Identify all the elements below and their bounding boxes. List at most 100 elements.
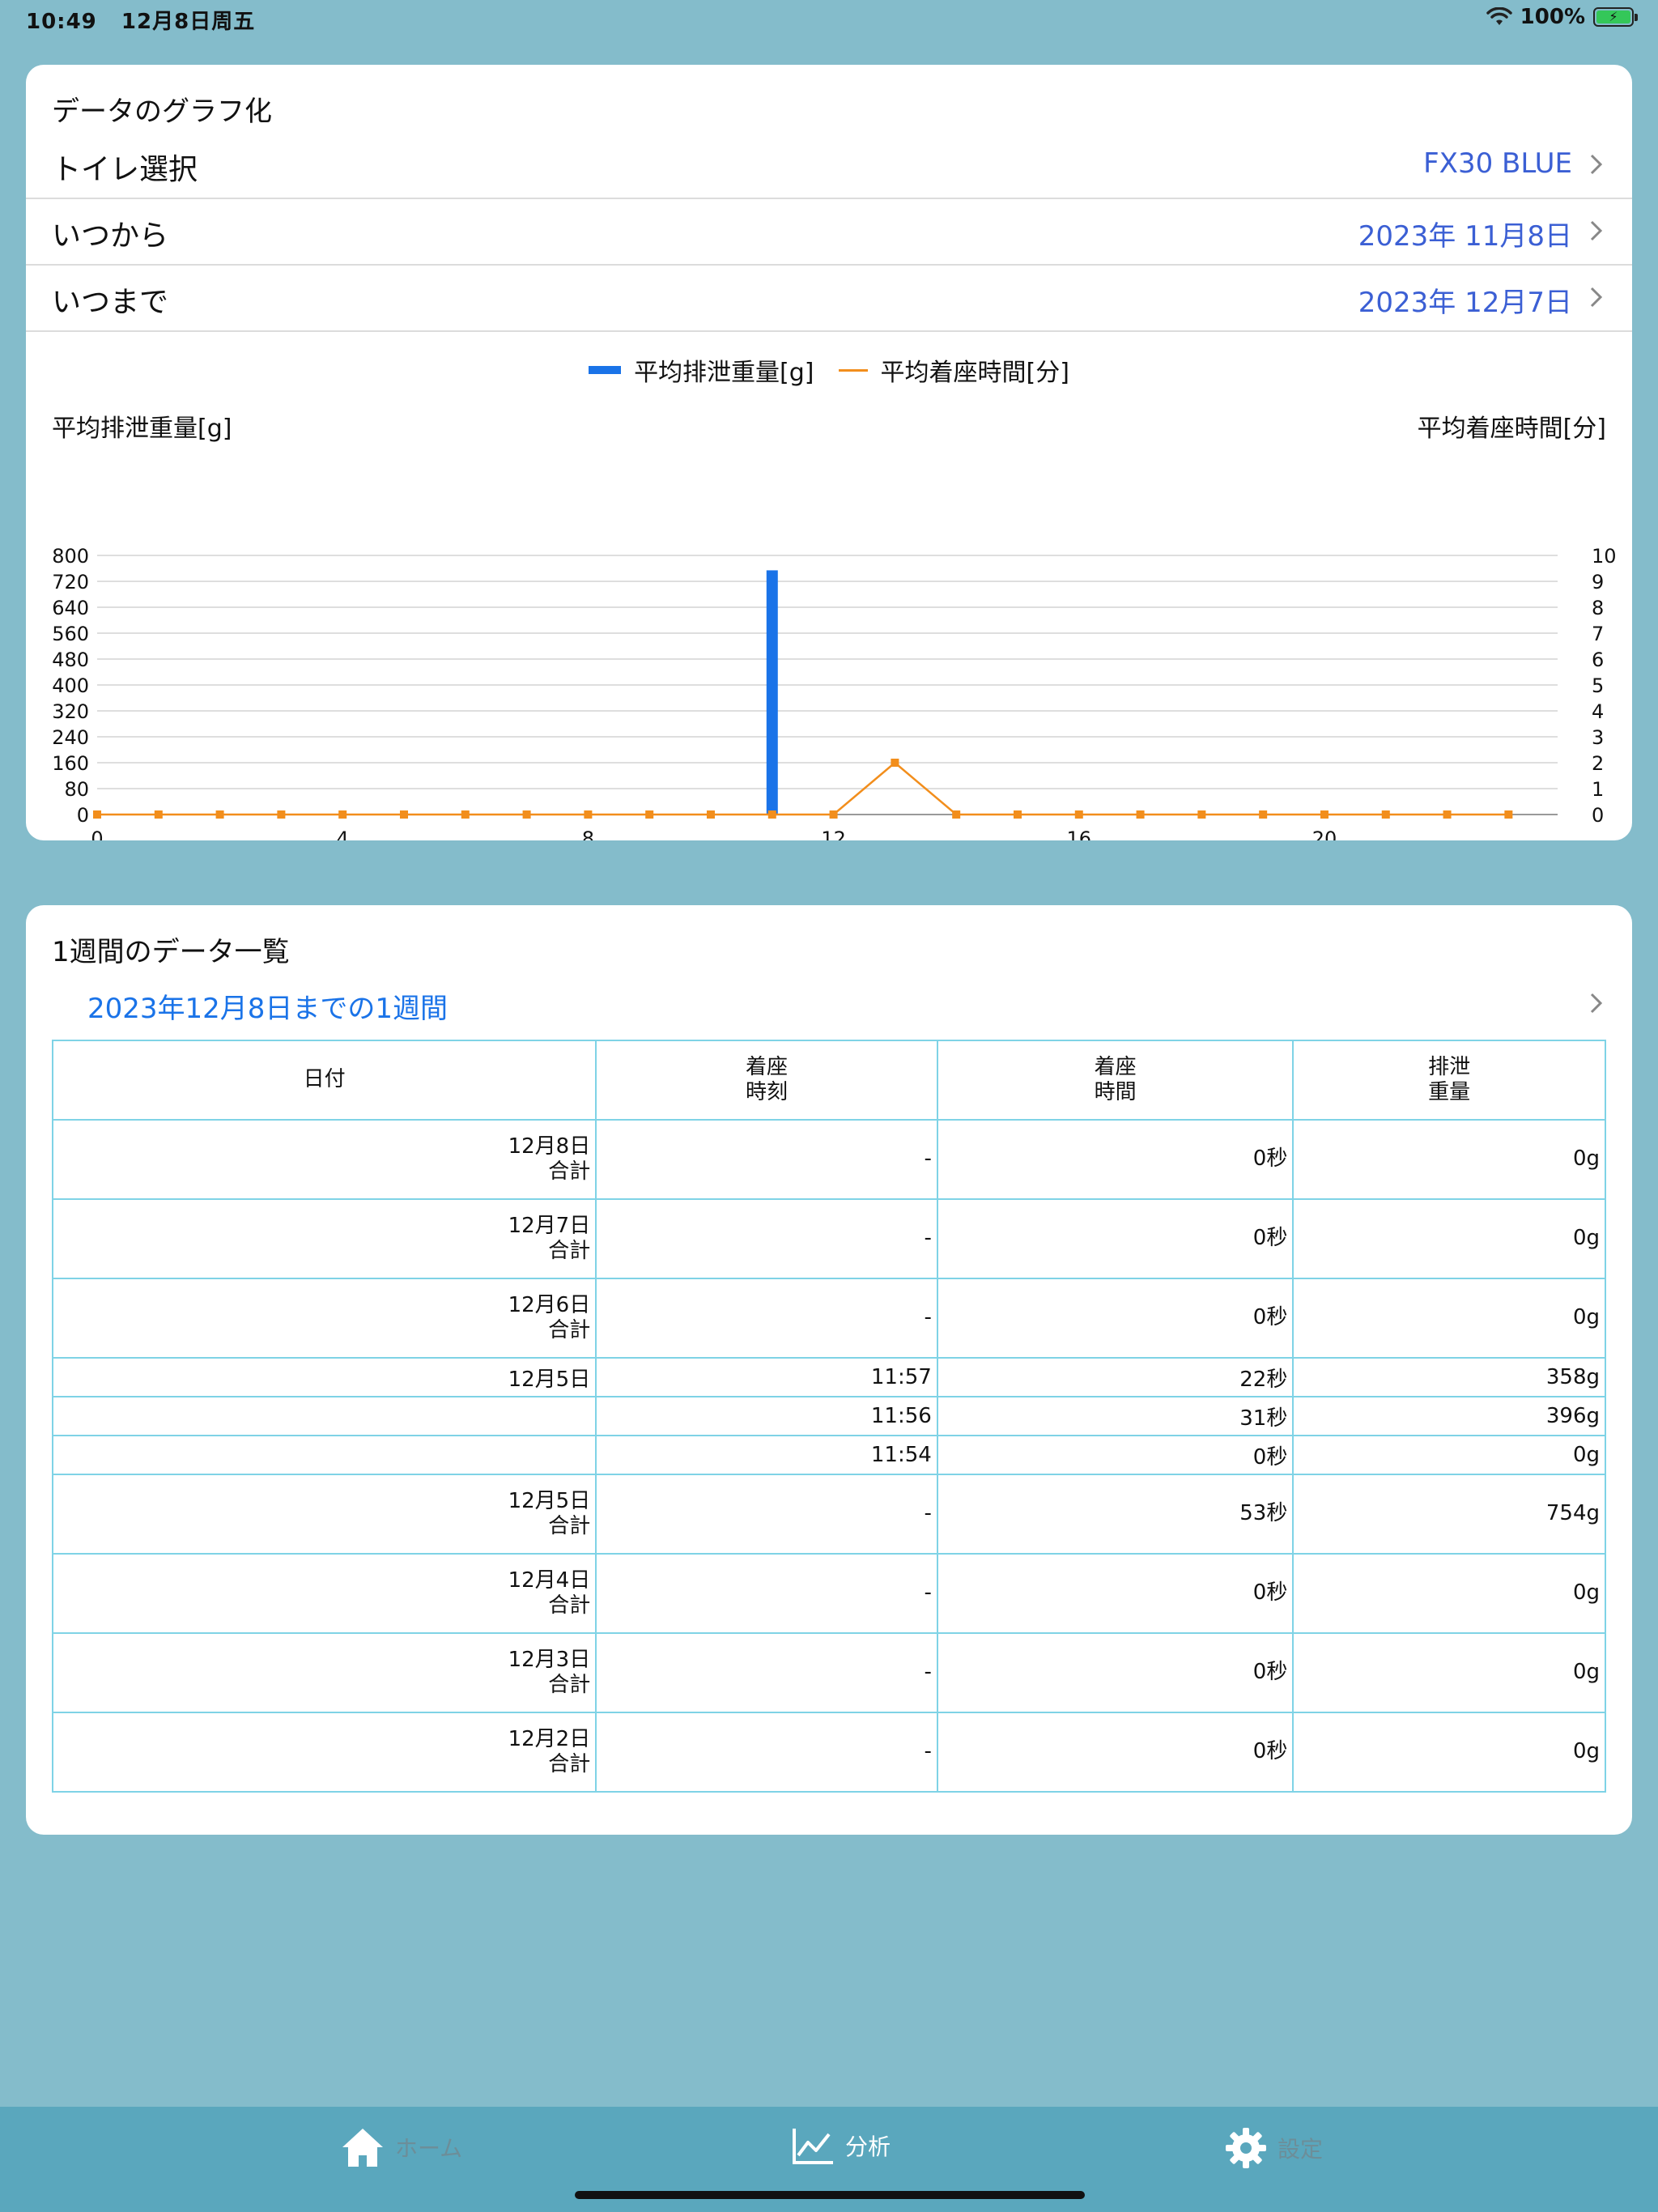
line-point [829, 810, 838, 819]
cell-date: 12月2日 合計 [51, 1712, 597, 1793]
week-range-link[interactable]: 2023年12月8日までの1週間 [87, 986, 448, 1026]
x-tick-label: 4 [337, 827, 349, 840]
battery-icon: ⚡ [1593, 7, 1638, 27]
toilet-select-value: FX30 BLUE [1423, 147, 1572, 180]
table-row: 12月5日 11:57 22秒 358g [51, 1357, 1606, 1397]
header-date: 日付 [51, 1040, 597, 1121]
y-left-tick-label: 80 [64, 778, 89, 801]
home-icon [342, 2129, 383, 2167]
y-right-tick-label: 3 [1592, 726, 1604, 749]
y-right-tick-label: 1 [1592, 778, 1604, 801]
table-row: 12月8日 合計 -0秒 0g [51, 1119, 1606, 1200]
table-row: 12月5日 合計 -53秒 754g [51, 1474, 1606, 1555]
line-point [1074, 810, 1083, 819]
cell-seat-time: - [595, 1119, 938, 1200]
cell-duration: 0秒 [936, 1712, 1295, 1793]
y-right-tick-label: 8 [1592, 597, 1604, 619]
line-point [891, 759, 899, 767]
cell-duration: 22秒 [936, 1357, 1295, 1397]
cell-weight: 0g [1292, 1198, 1606, 1279]
cell-seat-time: - [595, 1553, 938, 1634]
x-tick-label: 8 [582, 827, 594, 840]
date-from-value: 2023年 11月8日 [1358, 220, 1572, 253]
table-row: 11:54 0秒 0g [51, 1435, 1606, 1475]
cell-duration: 0秒 [936, 1632, 1295, 1713]
header-seat-time: 着座 時刻 [595, 1040, 938, 1121]
chart-legend: 平均排泄重量[g] 平均着座時間[分] [26, 352, 1632, 388]
cell-duration: 0秒 [936, 1553, 1295, 1634]
x-tick-label: 20 [1312, 827, 1337, 840]
line-point [1504, 810, 1513, 819]
y-right-tick-label: 2 [1592, 752, 1604, 775]
line-point [1013, 810, 1022, 819]
cell-date: 12月3日 合計 [51, 1632, 597, 1713]
y-right-tick-label: 7 [1592, 623, 1604, 645]
legend-line-label: 平均着座時間[分] [880, 359, 1069, 387]
y-left-tick-label: 160 [52, 752, 89, 775]
header-date-text: 日付 [303, 1067, 346, 1092]
y-left-tick-label: 400 [52, 674, 89, 697]
status-time-date: 10:49 12月8日周五 [26, 5, 255, 35]
y-right-tick-label: 4 [1592, 700, 1604, 723]
cell-seat-time: 11:56 [595, 1396, 938, 1436]
cell-seat-time: - [595, 1198, 938, 1279]
date-from-label: いつから [52, 219, 169, 253]
tab-settings-label: 設定 [1278, 2136, 1324, 2163]
cell-duration: 31秒 [936, 1396, 1295, 1436]
status-date: 12月8日周五 [121, 10, 256, 34]
tab-analysis[interactable]: 分析 [792, 2126, 891, 2165]
y-left-tick-label: 720 [52, 571, 89, 593]
cell-date: 12月8日 合計 [51, 1119, 597, 1200]
cell-date: 12月4日 合計 [51, 1553, 597, 1634]
right-axis-title: 平均着座時間[分] [1417, 415, 1606, 443]
line-point [1320, 810, 1329, 819]
line-point [952, 810, 961, 819]
legend-bar-swatch [589, 366, 622, 374]
date-to-value: 2023年 12月7日 [1358, 287, 1572, 319]
y-left-tick-label: 320 [52, 700, 89, 723]
y-left-tick-label: 640 [52, 597, 89, 619]
legend-bar-label: 平均排泄重量[g] [634, 359, 814, 387]
y-right-tick-label: 9 [1592, 571, 1604, 593]
toilet-select-label: トイレ選択 [52, 153, 198, 186]
header-weight: 排泄 重量 [1292, 1040, 1606, 1121]
table-row: 11:56 31秒 396g [51, 1396, 1606, 1436]
line-point [584, 810, 593, 819]
y-right-tick-label: 10 [1592, 545, 1617, 568]
chevron-right-icon[interactable] [1584, 991, 1608, 1015]
tab-home[interactable]: ホーム [340, 2126, 462, 2168]
date-to-row[interactable]: いつまで 2023年 12月7日 [26, 264, 1632, 332]
tab-settings[interactable]: 設定 [1224, 2126, 1323, 2170]
table-row: 12月2日 合計 -0秒 0g [51, 1712, 1606, 1793]
line-point [154, 810, 163, 819]
cell-duration: 53秒 [936, 1474, 1295, 1555]
legend-line-swatch [838, 368, 868, 372]
line-point [767, 810, 776, 819]
date-from-row[interactable]: いつから 2023年 11月8日 [26, 198, 1632, 266]
y-left-tick-label: 560 [52, 623, 89, 645]
chevron-right-icon [1590, 220, 1603, 241]
header-duration-text: 着座 時間 [1094, 1054, 1137, 1104]
y-left-tick-label: 480 [52, 649, 89, 671]
chevron-right-icon [1590, 287, 1603, 308]
cell-weight: 396g [1292, 1396, 1606, 1436]
cell-date: 12月6日 合計 [51, 1278, 597, 1359]
line-point [1381, 810, 1390, 819]
y-left-tick-label: 240 [52, 726, 89, 749]
weekly-data-table: 日付 着座 時刻 着座 時間 排泄 重量 12月8日 合計 -0秒 0g 12月7日 合計 -0秒… [51, 1040, 1606, 1793]
status-time: 10:49 [26, 10, 97, 34]
line-point [1259, 810, 1268, 819]
cell-duration: 0秒 [936, 1435, 1295, 1475]
cell-date: 12月5日 合計 [51, 1474, 597, 1555]
y-right-tick-label: 5 [1592, 674, 1604, 697]
line-point [645, 810, 654, 819]
line-point [399, 810, 408, 819]
wifi-icon [1486, 7, 1512, 25]
status-bar: 10:49 12月8日周五 100% ⚡ [0, 0, 1658, 39]
line-point [1197, 810, 1206, 819]
table-row: 12月3日 合計 -0秒 0g [51, 1632, 1606, 1713]
cell-date: 12月7日 合計 [51, 1198, 597, 1279]
cell-seat-time: - [595, 1474, 938, 1555]
toilet-select-row[interactable]: トイレ選択 FX30 BLUE [26, 131, 1632, 199]
graph-card: データのグラフ化 トイレ選択 FX30 BLUE いつから 2023年 11月8… [26, 65, 1632, 840]
